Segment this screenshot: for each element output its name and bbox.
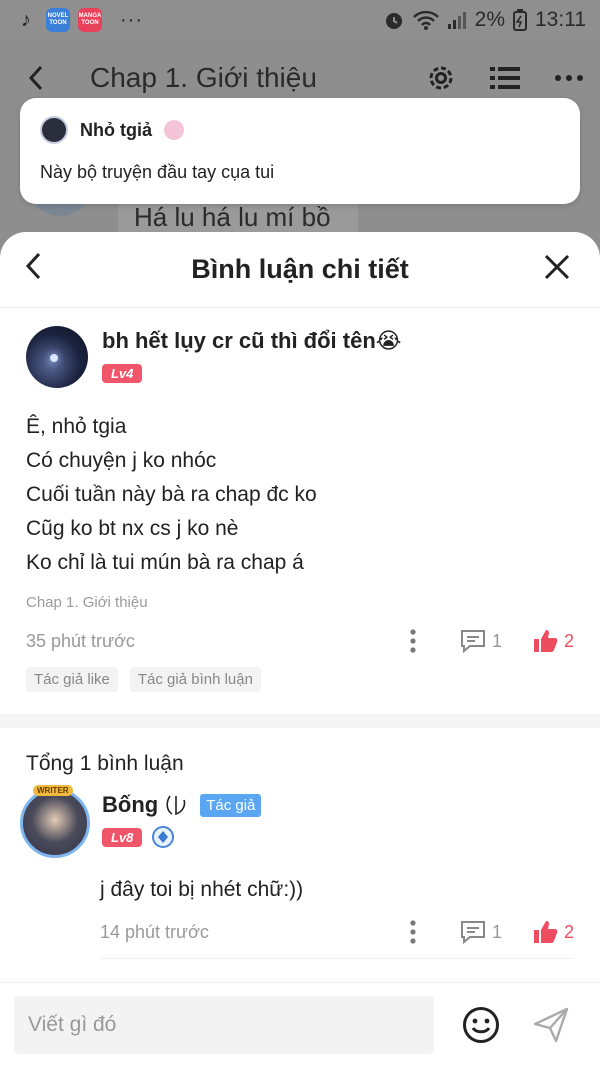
author-badge: Tác giả [200, 793, 262, 817]
reply-text: j đây toi bị nhét chữ:)) [100, 878, 304, 901]
flower-icon [164, 120, 184, 140]
thumbs-up-icon [533, 630, 558, 652]
more-notifications-icon: ··· [120, 8, 143, 31]
notification-author: Nhỏ tgiả [80, 119, 152, 140]
chapter-title: Chap 1. Giới thiệu [90, 62, 317, 93]
tiktok-icon: ♪ [21, 8, 31, 31]
notification-card[interactable]: Nhỏ tgiả Này bộ truyện đầu tay cụa tui [20, 98, 580, 204]
comment-chapter-link[interactable]: Chap 1. Giới thiệu [26, 594, 574, 611]
reply-item: WRITER Bống Tác giả Lv8 [0, 776, 600, 858]
back-arrow-icon[interactable] [16, 63, 56, 93]
comment-line: Cũg ko bt nx cs j ko nè [26, 517, 239, 540]
comment-line: Có chuyện j ko nhóc [26, 449, 217, 472]
reply-more-icon[interactable] [410, 920, 416, 944]
send-icon[interactable] [532, 1006, 570, 1044]
comment-username[interactable]: bh hết lụy cr cũ thì đổi tên😭 [102, 328, 402, 354]
avatar[interactable]: WRITER [20, 785, 90, 858]
reply-like-button[interactable]: 2 [532, 920, 574, 944]
author-like-tag: Tác giả like [26, 667, 118, 692]
section-divider [0, 714, 600, 728]
sheet-header: Bình luận chi tiết [0, 232, 600, 308]
reply-like-count: 2 [563, 921, 574, 942]
battery-percent: 2% [474, 8, 505, 31]
avatar[interactable] [26, 326, 88, 388]
novel-toon-icon: NOVEL TOON [46, 8, 70, 32]
reply-meta: 14 phút trước 1 2 [0, 920, 600, 944]
comment-input[interactable] [14, 996, 434, 1054]
author-tags: Tác giả like Tác giả bình luận [26, 667, 574, 692]
decoration-icon [166, 795, 186, 816]
level-badge: Lv8 [102, 827, 143, 847]
comment-line: Cuối tuần này bà ra chap đc ko [26, 483, 317, 506]
comment-meta: 35 phút trước 1 2 [26, 629, 574, 653]
alarm-icon [385, 13, 402, 29]
reply-username[interactable]: Bống [102, 792, 158, 818]
author-comment-tag: Tác giả bình luận [129, 667, 261, 692]
comment-body: Ê, nhỏ tgia Có chuyện j ko nhóc Cuối tuầ… [26, 410, 574, 580]
like-button[interactable]: 2 [532, 629, 574, 653]
comment-detail-sheet: Bình luận chi tiết bh hết lụy cr cũ thì … [0, 232, 600, 1067]
clock: 13:11 [535, 8, 586, 31]
notification-avatar [40, 116, 68, 144]
comment-line: Ko chỉ là tui mún bà ra chap á [26, 551, 304, 574]
wifi-icon [412, 10, 439, 30]
replies-total: Tổng 1 bình luận [26, 752, 184, 775]
notification-message: Này bộ truyện đầu tay cụa tui [40, 162, 275, 182]
reply-comment-count: 1 [491, 921, 502, 942]
like-count: 2 [563, 630, 574, 651]
diamond-icon [152, 826, 175, 848]
reply-comment-button[interactable]: 1 [460, 920, 502, 944]
manga-toon-icon: MANGA TOON [78, 8, 102, 32]
level-badge: Lv4 [102, 364, 143, 383]
comment-icon [460, 921, 485, 944]
settings-gear-icon[interactable] [426, 63, 456, 93]
reply-count-button[interactable]: 1 [460, 629, 502, 653]
signal-icon [447, 12, 466, 29]
status-bar: ♪ NOVEL TOON MANGA TOON ··· 2% 13:11 [0, 0, 600, 40]
battery-icon [513, 9, 527, 31]
reply-divider [100, 958, 574, 959]
more-options-icon[interactable] [554, 74, 584, 82]
reply-count: 1 [491, 630, 502, 651]
close-icon[interactable] [544, 254, 570, 280]
reply-time: 14 phút trước [100, 921, 209, 942]
writer-badge: WRITER [33, 785, 73, 796]
thumbs-up-icon [533, 921, 558, 943]
emoji-icon[interactable] [462, 1006, 500, 1044]
list-icon[interactable] [490, 65, 520, 91]
sheet-title: Bình luận chi tiết [191, 254, 409, 284]
comment-line: Ê, nhỏ tgia [26, 415, 127, 438]
comment-time: 35 phút trước [26, 630, 135, 651]
main-comment: bh hết lụy cr cũ thì đổi tên😭 Lv4 Ê, nhỏ… [0, 308, 600, 692]
comment-input-bar [0, 982, 600, 1067]
sheet-back-icon[interactable] [22, 250, 44, 282]
comment-icon [460, 630, 485, 653]
comment-more-icon[interactable] [410, 629, 416, 653]
